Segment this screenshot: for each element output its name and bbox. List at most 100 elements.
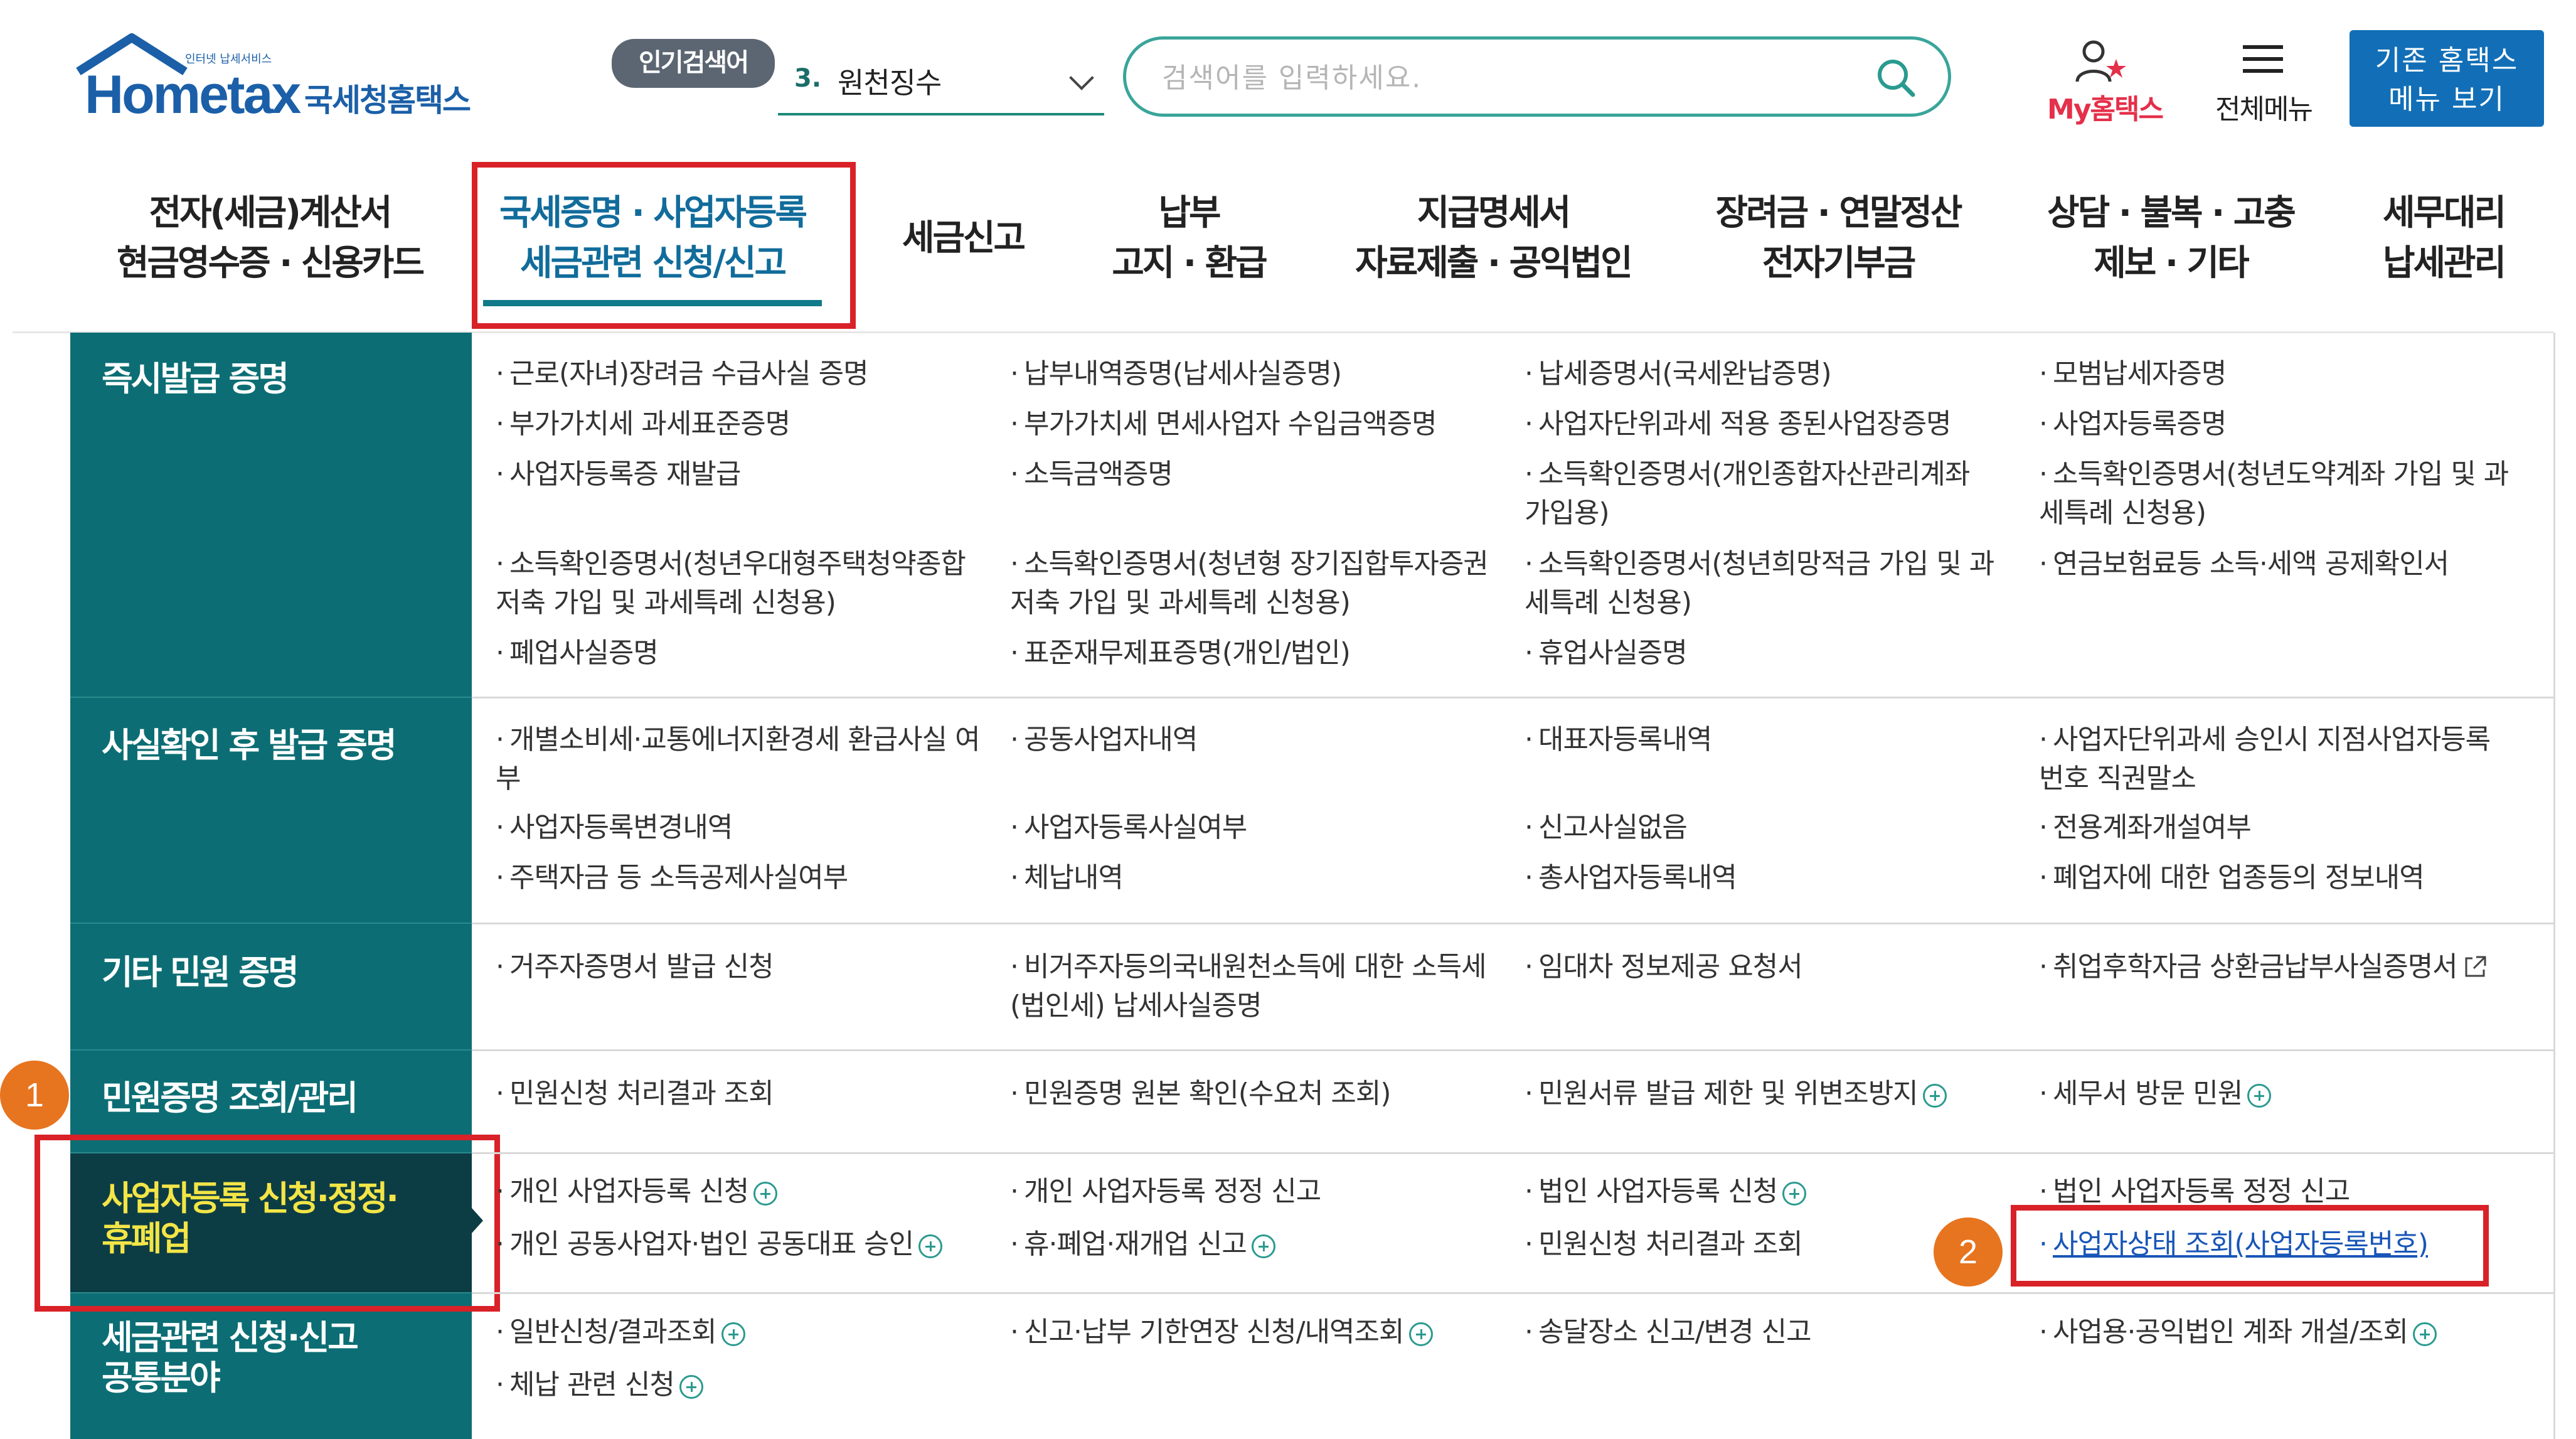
all-menu-button[interactable]: 전체메뉴: [2201, 38, 2326, 126]
menu-link[interactable]: · 소득확인증명서(청년도약계좌 가입 및 과세특례 신청용): [2039, 455, 2522, 533]
menu-link[interactable]: · 거주자증명서 발급 신청: [496, 948, 998, 987]
menu-link[interactable]: · 납부내역증명(납세사실증명): [1010, 355, 1512, 393]
menu-link[interactable]: · 폐업자에 대한 업종등의 정보내역: [2039, 859, 2541, 897]
menu-link[interactable]: · 개인 사업자등록 신청: [496, 1172, 998, 1211]
sidebar-item-other-cert[interactable]: 기타 민원 증명: [102, 953, 299, 993]
menu-link-label: 법인 사업자등록 신청: [1538, 1175, 1778, 1207]
nav-payment-statement[interactable]: 지급명세서 자료제출 · 공익법인: [1330, 188, 1656, 289]
nav-consultation[interactable]: 상담 · 불복 · 고충 제보 · 기타: [2020, 188, 2321, 289]
menu-link[interactable]: · 대표자등록내역: [1525, 720, 2026, 759]
expand-plus-icon[interactable]: [1408, 1322, 1433, 1346]
menu-link[interactable]: · 민원서류 발급 제한 및 위변조방지: [1525, 1074, 2039, 1113]
menu-link-label: 폐업사실증명: [509, 637, 659, 669]
menu-link-label: 민원신청 처리결과 조회: [1538, 1228, 1803, 1260]
menu-link[interactable]: · 개인 사업자등록 정정 신고: [1010, 1172, 1512, 1211]
search-input[interactable]: [1161, 53, 1841, 102]
logo-korean: 국세청홈택스: [304, 82, 471, 119]
menu-link[interactable]: · 소득금액증명: [1010, 455, 1512, 494]
expand-plus-icon[interactable]: [2247, 1084, 2272, 1108]
menu-link[interactable]: · 사업자등록증 재발급: [496, 455, 998, 494]
expand-plus-icon[interactable]: [1922, 1084, 1947, 1108]
expand-plus-icon[interactable]: [918, 1234, 943, 1258]
menu-link[interactable]: · 일반신청/결과조회: [496, 1313, 998, 1352]
menu-link[interactable]: · 비거주자등의국내원천소득에 대한 소득세(법인세) 납세사실증명: [1010, 948, 1487, 1025]
external-link-icon: [2465, 956, 2486, 977]
menu-link[interactable]: · 신고사실없음: [1525, 808, 2026, 847]
menu-link[interactable]: · 체납 관련 신청: [496, 1366, 998, 1404]
popular-search-dropdown[interactable]: 3. 원천징수: [778, 55, 1104, 115]
sidebar-item-instant-cert[interactable]: 즉시발급 증명: [102, 359, 289, 399]
search-box[interactable]: [1123, 36, 1951, 117]
old-hometax-menu-button[interactable]: 기존 홈택스 메뉴 보기: [2350, 30, 2544, 127]
menu-link[interactable]: · 사업자단위과세 적용 종된사업장증명: [1525, 405, 2026, 444]
menu-link[interactable]: · 납세증명서(국세완납증명): [1525, 355, 2026, 393]
nav-tax-return[interactable]: 세금신고: [878, 213, 1048, 264]
menu-link[interactable]: · 휴·폐업·재개업 신고: [1010, 1225, 1512, 1264]
my-hometax-button[interactable]: My홈택스: [2036, 38, 2168, 126]
expand-plus-icon[interactable]: [2413, 1322, 2437, 1346]
menu-link[interactable]: · 소득확인증명서(청년희망적금 가입 및 과세특례 신청용): [1525, 545, 2014, 623]
row-divider: [472, 1049, 2555, 1051]
user-star-icon: [2075, 40, 2126, 82]
nav-tax-agent[interactable]: 세무대리 납세관리: [2359, 188, 2528, 289]
expand-plus-icon[interactable]: [679, 1375, 703, 1399]
menu-link[interactable]: · 소득확인증명서(청년형 장기집합투자증권저축 가입 및 과세특례 신청용): [1010, 545, 1499, 623]
menu-link[interactable]: · 폐업사실증명: [496, 634, 998, 673]
menu-link[interactable]: · 민원증명 원본 확인(수요처 조회): [1010, 1074, 1512, 1113]
row-divider: [472, 1292, 2555, 1294]
menu-link-label: 신고·납부 기한연장 신청/내역조회: [1024, 1316, 1405, 1348]
nav-payment[interactable]: 납부 고지 · 환급: [1067, 188, 1311, 289]
menu-link-label: 근로(자녀)장려금 수급사실 증명: [509, 358, 869, 390]
menu-link-label: 법인 사업자등록 정정 신고: [2053, 1175, 2350, 1207]
menu-link[interactable]: · 소득확인증명서(청년우대형주택청약종합저축 가입 및 과세특례 신청용): [496, 545, 985, 623]
menu-link[interactable]: · 체납내역: [1010, 859, 1512, 897]
menu-link[interactable]: · 휴업사실증명: [1525, 634, 2026, 673]
menu-link-label: 사업자등록사실여부: [1024, 811, 1247, 843]
menu-link-label: 부가가치세 면세사업자 수입금액증명: [1024, 408, 1437, 440]
expand-plus-icon[interactable]: [1251, 1234, 1275, 1258]
menu-link[interactable]: · 사업자등록사실여부: [1010, 808, 1512, 847]
menu-link-label: 소득금액증명: [1024, 458, 1173, 490]
nav-label-line2: 현금영수증 · 신용카드: [117, 243, 425, 284]
menu-link[interactable]: · 공동사업자내역: [1010, 720, 1512, 759]
menu-link[interactable]: · 취업후학자금 상환금납부사실증명서: [2039, 948, 2553, 987]
menu-link[interactable]: · 소득확인증명서(개인종합자산관리계좌 가입용): [1525, 455, 2001, 533]
nav-e-invoice[interactable]: 전자(세금)계산서 현금영수증 · 신용카드: [94, 188, 445, 289]
sidebar-item-common-application[interactable]: 세금관련 신청·신고 공통분야: [102, 1318, 359, 1398]
expand-plus-icon[interactable]: [721, 1322, 745, 1346]
menu-link[interactable]: · 사업용·공익법인 계좌 개설/조회: [2039, 1313, 2541, 1352]
menu-link[interactable]: · 신고·납부 기한연장 신청/내역조회: [1010, 1313, 1525, 1352]
menu-link[interactable]: · 세무서 방문 민원: [2039, 1074, 2541, 1113]
sidebar-item-cert-inquiry[interactable]: 민원증명 조회/관리: [102, 1078, 358, 1118]
nav-label-line2: 전자기부금: [1762, 243, 1917, 284]
search-icon[interactable]: [1875, 57, 1917, 99]
menu-link[interactable]: · 사업자단위과세 승인시 지점사업자등록 번호 직권말소: [2039, 720, 2522, 798]
menu-link[interactable]: · 표준재무제표증명(개인/법인): [1010, 634, 1512, 673]
menu-link[interactable]: · 근로(자녀)장려금 수급사실 증명: [496, 355, 998, 393]
menu-link[interactable]: · 사업자등록증명: [2039, 405, 2541, 444]
menu-link-label: 사업자등록변경내역: [509, 811, 733, 843]
menu-link-label: 대표자등록내역: [1538, 724, 1712, 756]
sidebar-item-verified-cert[interactable]: 사실확인 후 발급 증명: [102, 725, 397, 766]
sidebar-item-label: 공통분야: [102, 1358, 221, 1398]
menu-link[interactable]: · 임대차 정보제공 요청서: [1525, 948, 2026, 987]
menu-link[interactable]: · 부가가치세 과세표준증명: [496, 405, 998, 444]
menu-link-label: 민원서류 발급 제한 및 위변조방지: [1538, 1078, 1919, 1110]
expand-plus-icon[interactable]: [1782, 1182, 1807, 1206]
menu-link[interactable]: · 부가가치세 면세사업자 수입금액증명: [1010, 405, 1512, 444]
menu-link[interactable]: · 모범납세자증명: [2039, 355, 2541, 393]
menu-link[interactable]: · 총사업자등록내역: [1525, 859, 2026, 897]
nav-incentive-yearend[interactable]: 장려금 · 연말정산 전자기부금: [1688, 188, 1989, 289]
hometax-logo[interactable]: 인터넷 납세서비스 Hometax 국세청홈택스: [72, 33, 499, 127]
menu-link[interactable]: · 주택자금 등 소득공제사실여부: [496, 859, 998, 897]
menu-link[interactable]: · 전용계좌개설여부: [2039, 808, 2541, 847]
menu-link[interactable]: · 법인 사업자등록 신청: [1525, 1172, 2026, 1211]
menu-link[interactable]: · 개인 공동사업자·법인 공동대표 승인: [496, 1225, 1010, 1264]
menu-link[interactable]: · 사업자등록변경내역: [496, 808, 998, 847]
menu-link[interactable]: · 개별소비세·교통에너지환경세 환급사실 여부: [496, 720, 985, 798]
menu-link-label: 사업용·공익법인 계좌 개설/조회: [2053, 1316, 2408, 1348]
menu-link[interactable]: · 송달장소 신고/변경 신고: [1525, 1313, 2026, 1352]
expand-plus-icon[interactable]: [753, 1182, 778, 1206]
menu-link[interactable]: · 민원신청 처리결과 조회: [496, 1074, 998, 1113]
menu-link[interactable]: · 연금보험료등 소득·세액 공제확인서: [2039, 545, 2541, 584]
